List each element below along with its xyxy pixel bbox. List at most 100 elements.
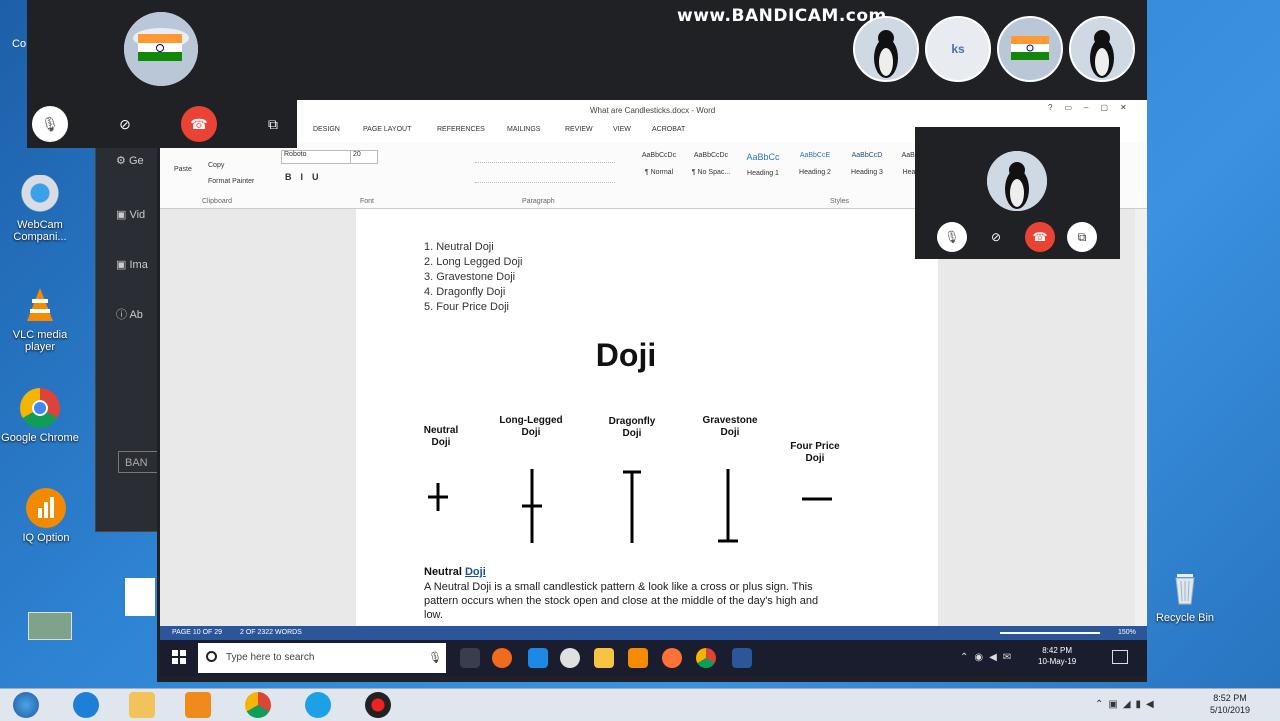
- app-icon[interactable]: [492, 648, 512, 668]
- paragraph-list-buttons[interactable]: [475, 152, 615, 163]
- file-explorer-icon[interactable]: [594, 648, 614, 668]
- styles-gallery: AaBbCcDc ¶ Normal AaBbCcDc ¶ No Spac... Aa…: [634, 146, 924, 190]
- vlc-icon: [20, 285, 60, 325]
- hang-up-icon: ☎: [190, 115, 208, 132]
- app-icon[interactable]: [560, 648, 580, 668]
- skype-icon[interactable]: [528, 648, 548, 668]
- page-count[interactable]: PAGE 10 OF 29: [172, 629, 222, 636]
- gear-icon: ⚙: [116, 155, 126, 167]
- india-flag-icon: [124, 12, 198, 86]
- participant-avatar[interactable]: [1069, 16, 1135, 82]
- desktop-icon-label: Recycle Bin: [1155, 612, 1215, 624]
- bandicam-menu-video[interactable]: ▣ Vid: [116, 208, 145, 221]
- windows-start-icon[interactable]: [172, 650, 186, 664]
- word-count[interactable]: 2 OF 2322 WORDS: [240, 629, 302, 636]
- word-icon[interactable]: [732, 648, 752, 668]
- microphone-button[interactable]: 🎙: [937, 222, 967, 252]
- window-controls[interactable]: ?▭–▢✕: [1048, 103, 1139, 112]
- start-button[interactable]: [4, 689, 48, 721]
- tab-acrobat[interactable]: ACROBAT: [652, 126, 685, 133]
- desktop-file-icon[interactable]: [28, 612, 72, 640]
- vertical-scrollbar[interactable]: [1135, 209, 1147, 627]
- self-video-overlay: 🎙 ⊘ ☎ ⧉: [27, 0, 297, 148]
- microphone-icon: 🎙: [41, 115, 59, 132]
- style-heading-1[interactable]: AaBbCc Heading 1: [738, 152, 788, 177]
- camera-off-button[interactable]: ⊘: [107, 106, 143, 142]
- format-painter-button[interactable]: Format Painter: [208, 178, 254, 185]
- document-page[interactable]: 1. Neutral Doji 2. Long Legged Doji 3. G…: [356, 209, 938, 627]
- font-size-select[interactable]: 20: [350, 150, 378, 164]
- end-call-button[interactable]: ☎: [181, 106, 217, 142]
- desktop-document-icon[interactable]: [125, 578, 155, 616]
- search-icon: [206, 651, 217, 662]
- chrome-button[interactable]: [236, 689, 280, 721]
- skype-icon: [305, 692, 331, 718]
- penguin-icon: [1071, 18, 1133, 80]
- remote-clock[interactable]: 8:42 PM 10-May-19: [1038, 645, 1076, 667]
- bandicam-menu-about[interactable]: ⓘ Ab: [116, 306, 143, 322]
- participant-avatar: [987, 151, 1047, 211]
- microphone-icon[interactable]: 🎙: [428, 651, 442, 664]
- candle-label: Dragonfly Doji: [608, 416, 656, 439]
- desktop-icon-webcam[interactable]: WebCam Compani...: [0, 175, 80, 243]
- desktop-icon-chrome[interactable]: Google Chrome: [0, 388, 80, 444]
- vlc-icon[interactable]: [628, 648, 648, 668]
- penguin-icon: [855, 18, 917, 80]
- style-heading-2[interactable]: AaBbCcE Heading 2: [790, 152, 840, 176]
- internet-explorer-button[interactable]: [64, 689, 108, 721]
- info-icon: ⓘ: [116, 309, 127, 321]
- desktop-icon-recycle-bin[interactable]: Recycle Bin: [1145, 568, 1225, 624]
- desktop-icon-iqoption[interactable]: IQ Option: [6, 488, 86, 544]
- chrome-icon[interactable]: [696, 648, 716, 668]
- zoom-level[interactable]: 150%: [1118, 629, 1136, 636]
- tab-references[interactable]: REFERENCES: [437, 126, 485, 133]
- explorer-button[interactable]: [120, 689, 164, 721]
- image-icon: ▣: [116, 259, 127, 271]
- font-format-buttons[interactable]: BIU: [285, 172, 328, 182]
- remote-screen-window: www.BANDICAM.com ks What are Candlestick…: [157, 0, 1147, 682]
- dragonfly-doji-candle: [623, 470, 641, 543]
- paragraph-align-buttons[interactable]: [475, 172, 615, 183]
- tab-design[interactable]: DESIGN: [313, 126, 340, 133]
- bandicam-button[interactable]: [356, 689, 400, 721]
- task-view-icon[interactable]: [460, 648, 480, 668]
- switch-view-icon: ⧉: [268, 115, 278, 132]
- video-icon: ▣: [116, 209, 127, 221]
- paragraph-group-label: Paragraph: [522, 198, 555, 205]
- internet-explorer-icon: [73, 692, 99, 718]
- bandicam-menu-general[interactable]: ⚙ Ge: [116, 154, 144, 167]
- tab-review[interactable]: REVIEW: [565, 126, 593, 133]
- participant-avatar[interactable]: [853, 16, 919, 82]
- bandicam-menu-image[interactable]: ▣ Ima: [116, 258, 148, 271]
- desktop-icon-vlc[interactable]: VLC media player: [0, 285, 80, 353]
- tab-view[interactable]: VIEW: [613, 126, 631, 133]
- tab-mailings[interactable]: MAILINGS: [507, 126, 540, 133]
- notifications-icon[interactable]: [1112, 650, 1128, 664]
- participant-avatar[interactable]: [997, 16, 1063, 82]
- desktop-icon-label: VLC media player: [12, 329, 68, 353]
- local-clock[interactable]: 8:52 PM 5/10/2019: [1210, 692, 1250, 716]
- style-no-spacing[interactable]: AaBbCcDc ¶ No Spac...: [686, 152, 736, 176]
- switch-view-button[interactable]: ⧉: [255, 106, 291, 142]
- style-normal[interactable]: AaBbCcDc ¶ Normal: [634, 152, 684, 176]
- copy-button[interactable]: Copy: [208, 162, 224, 169]
- system-tray-icons[interactable]: ⌃▣◢▮◀: [1095, 699, 1159, 710]
- zoom-slider[interactable]: [1000, 632, 1100, 634]
- font-name-select[interactable]: Roboto: [281, 150, 351, 164]
- tab-page-layout[interactable]: PAGE LAYOUT: [363, 126, 411, 133]
- end-call-button[interactable]: ☎: [1025, 222, 1055, 252]
- camera-off-button[interactable]: ⊘: [981, 222, 1011, 252]
- section-heading: Neutral Doji: [424, 566, 486, 578]
- system-tray-icons[interactable]: ⌃◉◀✉: [960, 652, 1017, 663]
- taskbar-search-box[interactable]: Type here to search 🎙: [198, 643, 446, 673]
- microphone-button[interactable]: 🎙: [32, 106, 68, 142]
- list-item: 1. Neutral Doji: [424, 241, 494, 253]
- participant-avatar-initials[interactable]: ks: [925, 16, 991, 82]
- chrome-icon: [20, 388, 60, 428]
- firefox-icon[interactable]: [662, 648, 682, 668]
- paste-button[interactable]: Paste: [174, 166, 192, 173]
- switch-view-button[interactable]: ⧉: [1067, 222, 1097, 252]
- skype-button[interactable]: [296, 689, 340, 721]
- style-heading-3[interactable]: AaBbCcD Heading 3: [842, 152, 892, 176]
- media-player-button[interactable]: [176, 689, 220, 721]
